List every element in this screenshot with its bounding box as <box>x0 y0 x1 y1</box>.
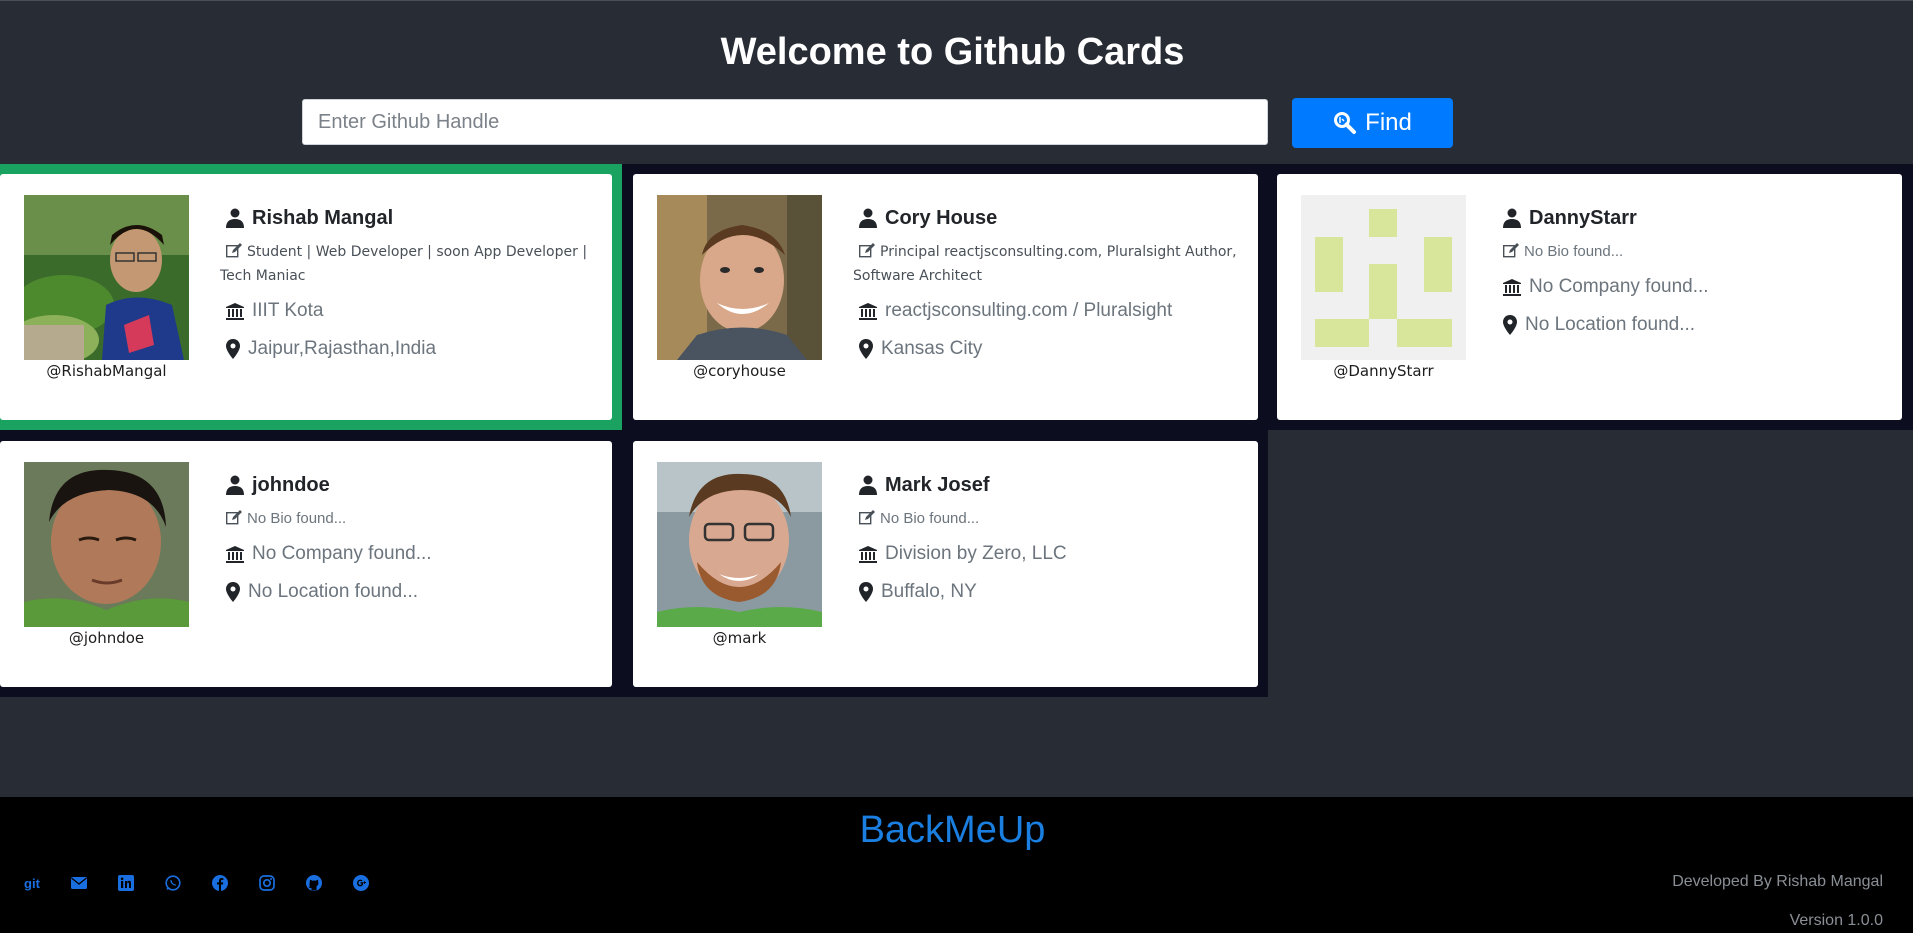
bank-icon <box>226 302 244 320</box>
location-pin-icon <box>1503 315 1517 335</box>
github-card[interactable]: @DannyStarr DannyStarr No Bio found... N… <box>1277 174 1902 420</box>
card-bio: Student | Web Developer | soon App Devel… <box>220 240 592 288</box>
location-pin-icon <box>226 339 240 359</box>
card-info: DannyStarr No Bio found... No Company fo… <box>1497 204 1882 340</box>
card-bio: No Bio found... <box>853 507 1238 531</box>
card-location: No Location found... <box>248 581 419 602</box>
card-bio-text: No Bio found... <box>880 510 980 527</box>
card-info: Cory House Principal reactjsconsulting.c… <box>853 204 1238 364</box>
card-bio: No Bio found... <box>1497 240 1882 264</box>
avatar <box>24 462 189 627</box>
card-bio-text: Student | Web Developer | soon App Devel… <box>220 244 588 284</box>
card-info: Rishab Mangal Student | Web Developer | … <box>220 204 592 364</box>
top-divider <box>0 0 1913 1</box>
git-icon[interactable]: git <box>22 873 42 893</box>
github-card[interactable]: @johndoe johndoe No Bio found... No Comp… <box>0 441 612 687</box>
footer-brand: BackMeUp <box>859 809 1046 851</box>
location-pin-icon <box>859 339 873 359</box>
social-links: git <box>22 873 371 893</box>
card-name: DannyStarr <box>1529 206 1637 229</box>
linkedin-icon[interactable] <box>116 873 136 893</box>
card-location: No Location found... <box>1525 314 1696 335</box>
card-bio-text: Principal reactjsconsulting.com, Plurals… <box>853 244 1237 284</box>
bank-icon <box>859 545 877 563</box>
bank-icon <box>859 302 877 320</box>
card-company: No Company found... <box>1529 276 1709 297</box>
card-name: Mark Josef <box>885 473 990 496</box>
card-handle[interactable]: @DannyStarr <box>1291 362 1476 380</box>
find-button-label: Find <box>1365 109 1412 136</box>
card-handle[interactable]: @johndoe <box>14 629 199 647</box>
facebook-icon[interactable] <box>210 873 230 893</box>
card-location: Jaipur,Rajasthan,India <box>248 338 437 359</box>
google-plus-icon[interactable] <box>351 873 371 893</box>
edit-icon <box>858 243 875 258</box>
email-icon[interactable] <box>69 873 89 893</box>
card-name: johndoe <box>252 473 330 496</box>
user-icon <box>226 208 244 228</box>
card-cell: @RishabMangal Rishab Mangal Student | We… <box>0 164 622 430</box>
avatar <box>1301 195 1466 360</box>
card-bio: No Bio found... <box>220 507 592 531</box>
developer-credit: Developed By Rishab Mangal <box>1672 873 1883 890</box>
card-company: No Company found... <box>252 543 432 564</box>
github-icon[interactable] <box>304 873 324 893</box>
card-company: IIIT Kota <box>252 300 324 321</box>
page-title: Welcome to Github Cards <box>720 31 1185 73</box>
user-icon <box>859 475 877 495</box>
edit-icon <box>225 243 242 258</box>
edit-icon <box>225 510 242 525</box>
user-icon <box>1503 208 1521 228</box>
card-company: Division by Zero, LLC <box>885 543 1067 564</box>
location-pin-icon <box>226 582 240 602</box>
card-handle[interactable]: @RishabMangal <box>14 362 199 380</box>
footer: BackMeUp git Developed By Rishab Mangal … <box>0 797 1913 933</box>
card-cell: @coryhouse Cory House Principal reactjsc… <box>622 164 1268 430</box>
github-handle-input[interactable] <box>302 99 1268 145</box>
edit-icon <box>858 510 875 525</box>
card-location: Buffalo, NY <box>881 581 977 602</box>
card-bio-text: No Bio found... <box>1524 243 1624 260</box>
card-info: Mark Josef No Bio found... Division by Z… <box>853 471 1238 607</box>
user-icon <box>859 208 877 228</box>
find-button[interactable]: Find <box>1292 98 1453 148</box>
whatsapp-icon[interactable] <box>163 873 183 893</box>
location-pin-icon <box>859 582 873 602</box>
card-cell: @mark Mark Josef No Bio found... Divisio… <box>622 430 1268 697</box>
card-name: Rishab Mangal <box>252 206 394 229</box>
github-card[interactable]: @mark Mark Josef No Bio found... Divisio… <box>633 441 1258 687</box>
avatar <box>657 462 822 627</box>
card-handle[interactable]: @coryhouse <box>647 362 832 380</box>
card-info: johndoe No Bio found... No Company found… <box>220 471 592 607</box>
card-handle[interactable]: @mark <box>647 629 832 647</box>
card-cell: @DannyStarr DannyStarr No Bio found... N… <box>1268 164 1913 430</box>
card-location: Kansas City <box>881 338 983 359</box>
card-cell: @johndoe johndoe No Bio found... No Comp… <box>0 430 622 697</box>
avatar <box>657 195 822 360</box>
bank-icon <box>1503 278 1521 296</box>
avatar <box>24 195 189 360</box>
github-card[interactable]: @coryhouse Cory House Principal reactjsc… <box>633 174 1258 420</box>
search-icon <box>1334 112 1357 134</box>
git-label: git <box>24 875 40 891</box>
github-card[interactable]: @RishabMangal Rishab Mangal Student | We… <box>0 174 612 420</box>
instagram-icon[interactable] <box>257 873 277 893</box>
card-bio: Principal reactjsconsulting.com, Plurals… <box>853 240 1238 288</box>
bank-icon <box>226 545 244 563</box>
card-bio-text: No Bio found... <box>247 510 347 527</box>
edit-icon <box>1502 243 1519 258</box>
version-label: Version 1.0.0 <box>1789 912 1883 929</box>
card-name: Cory House <box>885 206 998 229</box>
card-company: reactjsconsulting.com / Pluralsight <box>885 300 1173 321</box>
user-icon <box>226 475 244 495</box>
